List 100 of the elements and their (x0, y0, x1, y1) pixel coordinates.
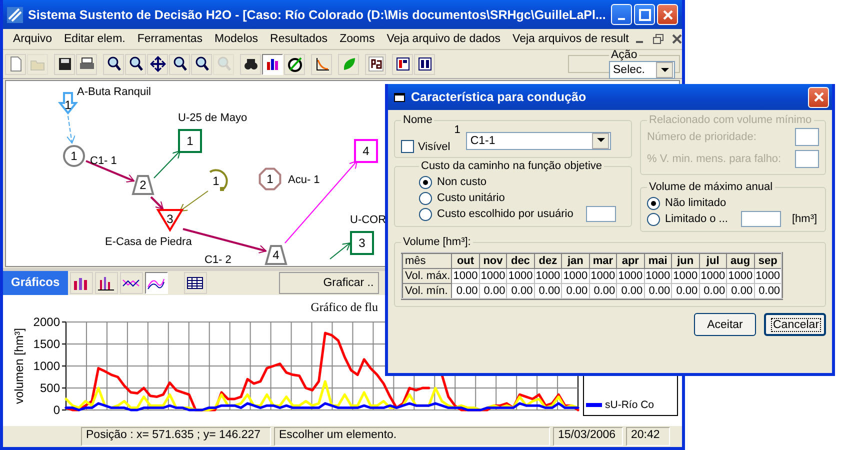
table-cell[interactable]: 1000 (562, 268, 590, 284)
node-label: U-25 de Mayo (178, 112, 248, 124)
close-icon (812, 91, 824, 103)
radio-button[interactable] (647, 212, 660, 226)
radio-label: Custo unitário (437, 192, 505, 204)
menu-item[interactable]: Veja arquivos de result (506, 33, 635, 45)
zoom-out-button[interactable] (169, 54, 190, 74)
junction-node[interactable]: 1 (63, 145, 85, 167)
field-label: % V. min. mens. para falho: (647, 153, 782, 165)
table-cell[interactable]: 1000 (699, 268, 727, 284)
plot-button[interactable]: Graficar .. (278, 272, 379, 294)
group-title: Nome (402, 114, 434, 126)
radio-label: Custo escolhido por usuário (437, 208, 574, 220)
curve-chart-icon (314, 56, 330, 72)
table-cell[interactable]: 1000 (754, 268, 782, 284)
zoom-in-button[interactable] (103, 54, 124, 74)
radio-button[interactable] (419, 192, 432, 204)
column-header: dez (534, 253, 562, 268)
checkbox-label: Visível (418, 140, 450, 152)
radio-button[interactable] (419, 208, 432, 220)
group-title: Volume de máximo anual (648, 181, 774, 193)
columns-button[interactable] (414, 54, 435, 74)
table-cell[interactable]: 1000 (726, 268, 754, 284)
restore-icon[interactable] (652, 34, 664, 44)
save-button[interactable] (54, 54, 75, 74)
aquifer-node[interactable]: 1 (258, 168, 282, 190)
table-view-button[interactable] (184, 272, 207, 294)
minimize-button[interactable] (611, 4, 632, 25)
zoom-in-icon (106, 56, 122, 72)
action-label: Ação (610, 49, 638, 61)
zoom-out-icon (172, 56, 188, 72)
element-number: 1 (454, 124, 460, 136)
line-chart-button[interactable] (120, 272, 143, 294)
connector-arrow[interactable] (150, 196, 164, 210)
column-header: apr (616, 253, 644, 268)
accept-button[interactable]: Aceitar (694, 313, 756, 336)
node-label: A-Buta Ranquil (77, 86, 151, 98)
table-icon (394, 56, 410, 72)
name-dropdown[interactable]: C1-1 (466, 132, 612, 150)
pg-logo-button[interactable] (365, 54, 386, 74)
demand-node[interactable]: 1 (178, 129, 202, 153)
curve-chart-button[interactable] (311, 54, 332, 74)
menu-item[interactable]: Editar elem. (58, 33, 132, 45)
reservoir-node[interactable]: 3 (156, 209, 184, 232)
close-icon[interactable] (672, 34, 682, 44)
close-button[interactable] (657, 4, 678, 25)
stacked-bar-button[interactable] (70, 272, 93, 294)
diversion-node[interactable]: 4 (264, 245, 288, 265)
close-button[interactable] (808, 86, 829, 108)
connector-arrow[interactable] (154, 150, 180, 178)
cancel-button[interactable]: Cancelar (764, 313, 826, 336)
graphs-tab[interactable]: Gráficos (3, 271, 68, 295)
app-logo-icon (7, 6, 23, 22)
table-cell[interactable]: 1000 (452, 268, 480, 284)
minimize-icon (618, 18, 625, 20)
bar-chart-icon (97, 275, 116, 291)
smooth-line-button[interactable] (144, 272, 168, 294)
action-dropdown[interactable]: Selec. (609, 61, 675, 79)
table-button[interactable] (392, 54, 413, 74)
menu-item[interactable]: Veja arquivo de dados (380, 33, 507, 45)
input-field[interactable] (740, 211, 781, 227)
leaf-button[interactable] (338, 54, 359, 74)
node-label: Acu- 1 (288, 174, 320, 186)
table-cell[interactable]: 1000 (616, 268, 644, 284)
y-tick-label: 0 (53, 403, 60, 417)
column-header: aug (726, 253, 754, 268)
binoculars-button[interactable] (240, 54, 261, 74)
radio-label: Limitado o ... (665, 213, 728, 225)
menu-item[interactable]: Ferramentas (131, 33, 209, 45)
return-node[interactable]: 1 (210, 169, 228, 191)
table-cell[interactable]: 1000 (589, 268, 617, 284)
table-cell[interactable]: 1000 (672, 268, 700, 284)
print-button[interactable] (76, 54, 97, 74)
column-header: mai (644, 253, 672, 268)
menu-item[interactable]: Resultados (264, 33, 334, 45)
demand-node[interactable]: 4 (354, 139, 378, 163)
new-file-button[interactable] (5, 54, 26, 74)
table-cell[interactable]: 1000 (534, 268, 562, 284)
connector-arrow[interactable] (330, 242, 350, 260)
move-button[interactable] (147, 54, 168, 74)
maximize-button[interactable] (634, 4, 655, 25)
move-icon (150, 56, 166, 72)
diversion-node[interactable]: 2 (132, 175, 154, 195)
menu-item[interactable]: Zooms (334, 33, 381, 45)
table-cell[interactable]: 1000 (506, 268, 534, 284)
radio-button[interactable] (419, 176, 432, 188)
radio-button[interactable] (647, 196, 660, 210)
inflow-node[interactable]: 1 (58, 92, 78, 115)
link-label: C1- 1 (90, 155, 117, 167)
column-header: sep (754, 253, 782, 268)
table-cell[interactable]: 1000 (479, 268, 507, 284)
visible-checkbox[interactable] (401, 140, 414, 153)
save-icon (56, 56, 72, 72)
table-cell[interactable]: 1000 (644, 268, 672, 284)
input-field[interactable] (586, 206, 616, 222)
menu-item[interactable]: Modelos (208, 33, 264, 45)
bar-chart-button[interactable] (262, 54, 283, 74)
menu-item[interactable]: Arquivo (7, 33, 58, 45)
demand-node[interactable]: 3 (350, 231, 374, 255)
row-header: Vol. mín. (402, 284, 452, 299)
